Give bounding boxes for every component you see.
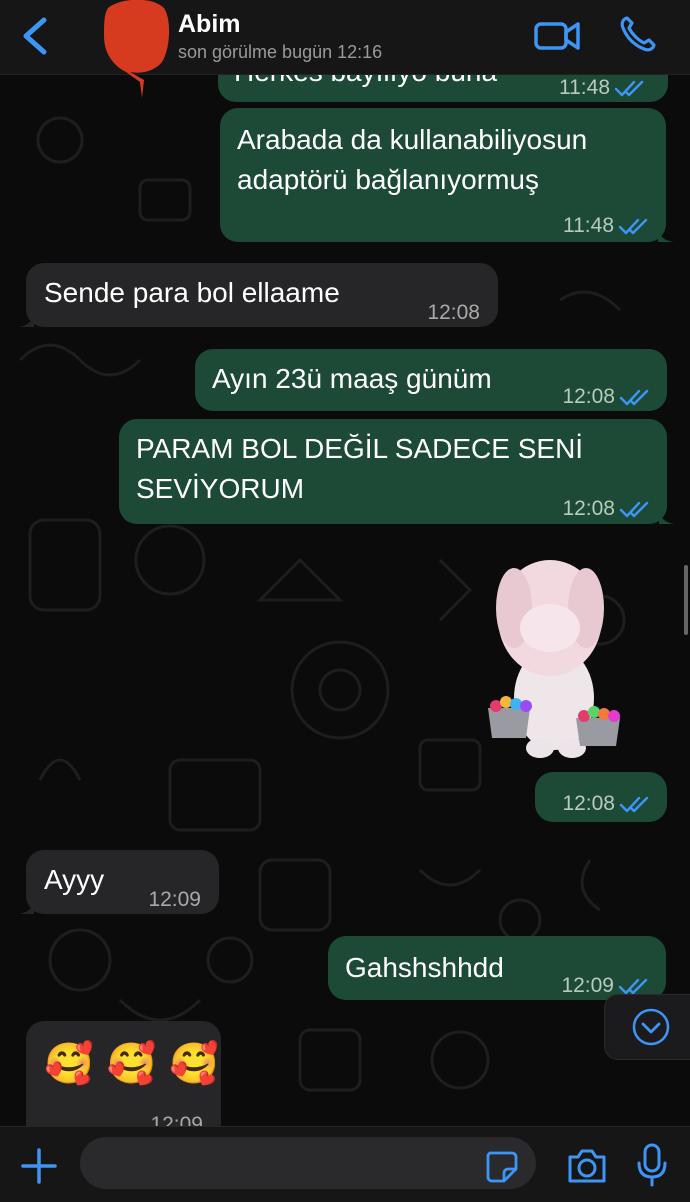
message-bubble-outgoing[interactable]: Gahshshhdd 12:09 xyxy=(328,936,666,1000)
double-check-icon xyxy=(618,218,648,235)
message-time: 12:08 xyxy=(427,301,480,324)
message-meta: 12:08 xyxy=(562,784,651,824)
message-bubble-outgoing[interactable]: Ayın 23ü maaş günüm 12:08 xyxy=(195,349,667,411)
chevron-down-circle-icon xyxy=(632,1008,670,1046)
double-check-icon xyxy=(618,978,648,995)
message-text: Ayın 23ü maaş günüm xyxy=(212,363,492,394)
message-time: 12:08 xyxy=(562,497,615,520)
message-bubble-incoming[interactable]: Ayyy 12:09 xyxy=(18,850,219,914)
message-text-line: SEVİYORUM xyxy=(136,473,305,504)
scroll-to-bottom-button[interactable] xyxy=(604,994,690,1060)
sticker-time-badge: 12:08 xyxy=(535,772,667,822)
phone-icon[interactable] xyxy=(618,14,658,54)
bubble-tail xyxy=(18,898,34,914)
message-time: 12:09 xyxy=(148,888,201,911)
message-bubble-outgoing[interactable]: Arabada da kullanabiliyosun adaptörü bağ… xyxy=(220,108,674,242)
message-meta: 12:08 xyxy=(427,293,480,333)
double-check-icon xyxy=(619,796,649,813)
avatar[interactable] xyxy=(100,0,172,100)
contact-status: son görülme bugün 12:16 xyxy=(178,42,383,62)
bubble-tail xyxy=(658,226,674,242)
message-meta: 12:09 xyxy=(148,880,201,920)
message-text-line: PARAM BOL DEĞİL SADECE SENİ xyxy=(136,433,584,464)
message-meta: 12:08 xyxy=(562,377,651,417)
message-time: 12:08 xyxy=(562,792,615,815)
message-text: Sende para bol ellaame xyxy=(44,277,340,308)
composer-bar xyxy=(0,1126,690,1202)
scrollbar[interactable] xyxy=(684,565,688,635)
message-input[interactable] xyxy=(80,1137,536,1189)
plus-icon[interactable] xyxy=(20,1147,58,1185)
message-bubble-outgoing[interactable]: PARAM BOL DEĞİL SADECE SENİ SEVİYORUM 12… xyxy=(119,419,675,524)
message-bubble-incoming[interactable]: Sende para bol ellaame 12:08 xyxy=(18,263,498,327)
double-check-icon xyxy=(619,389,649,406)
contact-name[interactable]: Abim xyxy=(178,10,241,39)
message-time: 12:08 xyxy=(562,385,615,408)
double-check-icon xyxy=(614,80,644,97)
message-text: Ayyy xyxy=(44,864,105,895)
message-meta: 12:08 xyxy=(562,489,651,529)
bubble-tail xyxy=(659,508,675,524)
message-text-line: Arabada da kullanabiliyosun xyxy=(237,124,588,155)
video-camera-icon[interactable] xyxy=(533,18,581,54)
message-text-line: adaptörü bağlanıyormuş xyxy=(237,164,539,195)
bubble-tail xyxy=(18,311,34,327)
microphone-icon[interactable] xyxy=(636,1143,668,1187)
bunny-sticker[interactable] xyxy=(484,548,624,760)
emoji-text: 🥰 🥰 🥰 xyxy=(44,1041,219,1087)
camera-icon[interactable] xyxy=(566,1147,608,1185)
message-text: Gahshshhdd xyxy=(345,952,504,983)
sticker-icon[interactable] xyxy=(484,1149,518,1183)
back-chevron-icon[interactable] xyxy=(18,16,52,56)
double-check-icon xyxy=(619,501,649,518)
message-time: 11:48 xyxy=(563,214,614,237)
message-meta: 11:48 xyxy=(563,206,650,246)
